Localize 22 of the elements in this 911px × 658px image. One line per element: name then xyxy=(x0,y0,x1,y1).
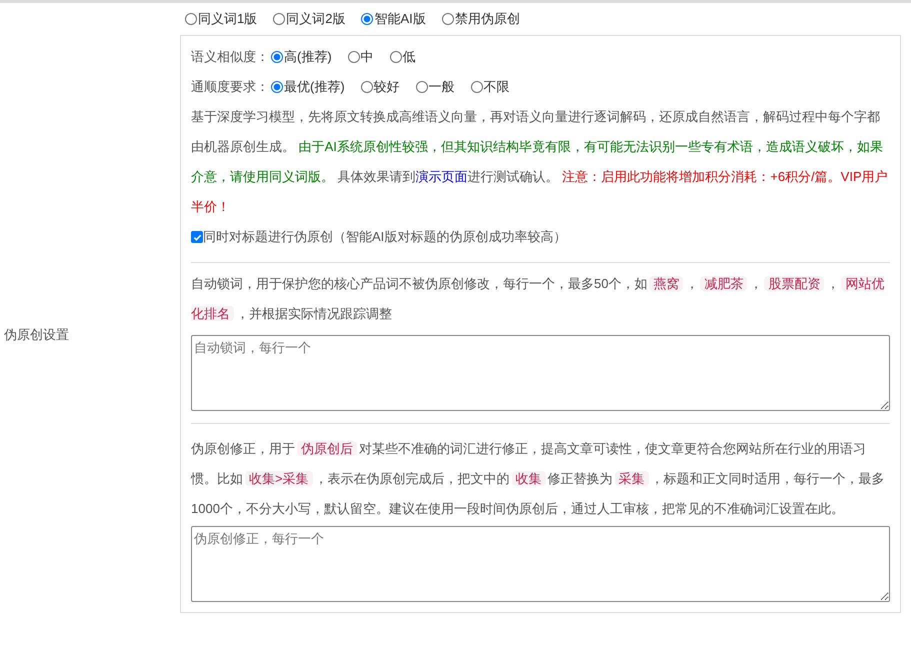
mode-radio[interactable]: 禁用伪原创 xyxy=(442,9,520,29)
similarity-label: 语义相似度： xyxy=(191,48,269,66)
similarity-radio[interactable]: 低 xyxy=(390,47,416,67)
lock-words-text: 自动锁词，用于保护您的核心产品词不被伪原创修改，每行一个，最多50个，如 燕窝 ， 减肥茶 ， 股票配资 ， 网站优化排名 ，并根据实际情况跟踪调整 xyxy=(191,275,886,323)
mode-radio[interactable]: 同义词2版 xyxy=(273,9,346,29)
demo-page-link[interactable]: 演示页面 xyxy=(416,169,468,184)
fluency-label: 通顺度要求： xyxy=(191,78,269,96)
settings-label: 伪原创设置 xyxy=(3,326,69,344)
fluency-radio[interactable]: 较好 xyxy=(360,77,400,97)
fluency-radio[interactable]: 一般 xyxy=(416,77,455,97)
lock-words-field[interactable]: 自动锁词，每行一个 xyxy=(191,335,890,411)
correction-field[interactable]: 伪原创修正，每行一个 xyxy=(191,526,890,602)
fluency-radio[interactable]: 不限 xyxy=(470,77,510,97)
title-option-label: 同时对标题进行伪原创（智能AI版对标题的伪原创成功率较高） xyxy=(203,228,566,246)
similarity-radio[interactable]: 中 xyxy=(348,47,374,67)
fluency-radio[interactable]: 最优(推荐) xyxy=(271,77,345,97)
mode-radio[interactable]: 智能AI版 xyxy=(361,9,426,29)
description-text: 基于深度学习模型，先将原文转换成高维语义向量，再对语义向量进行逐词解码，还原成自然语言，解码过程中每个字都由机器原创生成。 由于AI系统原创性较强，但其知识结构毕竟有限，有可能无法识别一些专有术语，造成语义破坏，如果介意，请使用同义词版。 具体效果请到演示页面进行测试确认。 注意：启用此功能将增加积分消耗：+6积分/篇。VIP用户半价！ xyxy=(191,108,889,216)
title-checkbox[interactable] xyxy=(191,231,203,243)
correction-text: 伪原创修正，用于 伪原创后 对某些不准确的词汇进行修正，提高文章可读性，使文章更符合您网站所在行业的用语习惯。比如 收集>采集 ，表示在伪原创完成后，把文中的 收集 修正替换为 采集 ，标题和正文同时适用，每行一个，最多1000个，不分大小写，默认留空。建议在使用一段时间伪原创后，通过人工审核，把常见的不准确词汇设置在此。 xyxy=(191,440,886,518)
similarity-radio[interactable]: 高(推荐) xyxy=(271,47,332,67)
mode-radio[interactable]: 同义词1版 xyxy=(185,9,258,29)
